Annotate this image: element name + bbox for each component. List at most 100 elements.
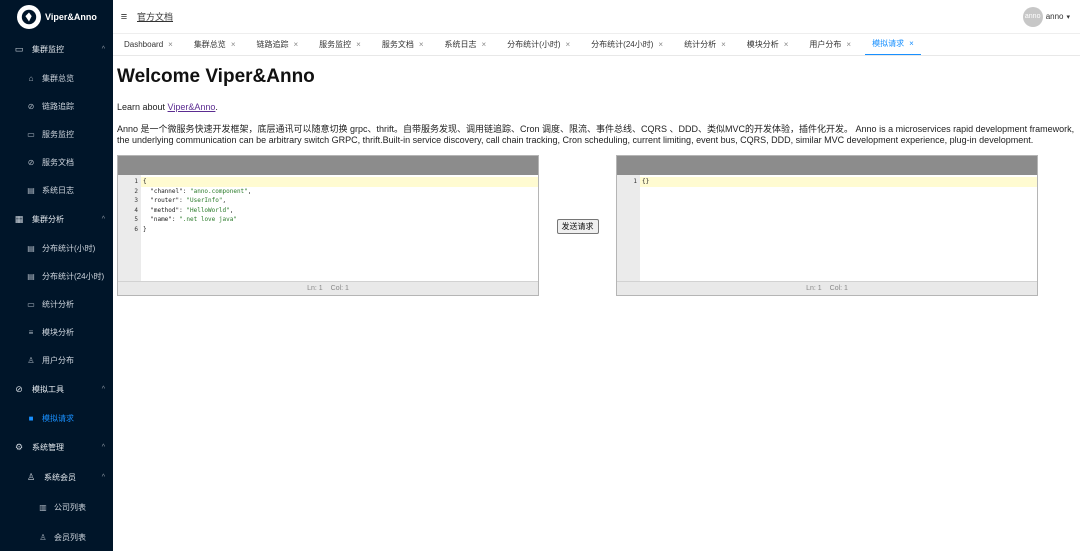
sidebar-item-label: 会员列表 (54, 532, 86, 542)
chevron-up-icon: ^ (101, 443, 105, 451)
tab-label: 用户分布 (809, 39, 842, 49)
tab[interactable]: 模块分析 × (740, 33, 796, 55)
sidebar-item-label: 服务文档 (42, 157, 74, 167)
user-menu[interactable]: anno anno ▾ (1022, 6, 1070, 27)
chart-icon: ▤ (27, 271, 35, 281)
close-icon[interactable]: × (846, 40, 851, 49)
line-number: 4 (134, 206, 138, 214)
tab-label: 集群总览 (193, 39, 226, 49)
learn-link[interactable]: Viper&Anno (168, 102, 216, 112)
tab[interactable]: 统计分析 × (677, 33, 733, 55)
sidebar-item[interactable]: ♙ 用户分布 (0, 346, 113, 374)
chevron-up-icon: ^ (101, 215, 105, 223)
menu-group[interactable]: ▭ 集群监控 ^ (0, 34, 113, 64)
logo-icon (17, 5, 41, 29)
tab-label: 模块分析 (746, 39, 779, 49)
stats-icon: ▭ (27, 299, 35, 309)
tab[interactable]: 系统日志 × (438, 33, 494, 55)
status-line: Ln: 1 (307, 285, 323, 292)
close-icon[interactable]: × (231, 40, 236, 49)
sidebar-menu: ▭ 集群监控 ^ ⌂ 集群总览 ⊘ 链路追踪 ▭ 服务监控 ⊘ 服务文档 ▤ 系统日志 ▦ 集群分析 ^ ▤ 分布… (0, 34, 113, 551)
avatar[interactable]: anno (1022, 6, 1043, 27)
status-col: Col: 1 (330, 285, 349, 292)
menu-group[interactable]: ♙ 系统会员 ^ (0, 462, 113, 492)
sidebar-item-label: 模块分析 (42, 327, 74, 337)
sidebar-item[interactable]: ≡ 模块分析 (0, 318, 113, 346)
line-number: 3 (134, 197, 138, 204)
user-icon: ♙ (27, 355, 35, 365)
code-area[interactable]: { "channel": "anno.component", "router":… (141, 175, 538, 281)
desktop-icon: ▭ (14, 43, 24, 54)
sidebar-item-label: 分布统计(24小时) (42, 271, 105, 281)
sidebar-sub-item[interactable]: ▥ 公司列表 (0, 492, 113, 522)
tab[interactable]: 服务文档 × (375, 33, 431, 55)
sidebar-item[interactable]: ⊘ 服务文档 (0, 148, 113, 176)
sidebar-item[interactable]: ▭ 服务监控 (0, 120, 113, 148)
send-area: 发送请求 (539, 155, 616, 234)
close-icon[interactable]: × (482, 40, 487, 49)
sidebar-item[interactable]: ⊘ 链路追踪 (0, 92, 113, 120)
analysis-icon: ▦ (14, 213, 24, 224)
close-icon[interactable]: × (721, 40, 726, 49)
tab[interactable]: 链路追踪 × (249, 33, 305, 55)
learn-prefix: Learn about (117, 102, 168, 112)
logo[interactable]: Viper&Anno (0, 0, 113, 34)
sidebar-item-label: 链路追踪 (42, 101, 74, 111)
code-line: "name": ".net love java" (150, 216, 237, 223)
sidebar-item-label: 用户分布 (42, 355, 74, 365)
tab[interactable]: 服务监控 × (312, 33, 368, 55)
menu-toggle-icon[interactable]: ≡ (113, 11, 135, 23)
tab[interactable]: 用户分布 × (802, 33, 858, 55)
request-editor[interactable]: 1 2 3 4 5 6 { "channel": "anno.component", "r… (117, 155, 539, 296)
logo-text: Viper&Anno (45, 12, 97, 22)
json-string: "HelloWorld" (186, 206, 230, 214)
tab[interactable]: 分布统计(小时) × (500, 33, 577, 55)
editor-body[interactable]: 1 {} (617, 175, 1037, 281)
sidebar-item[interactable]: ▤ 分布统计(小时) (0, 234, 113, 262)
response-editor[interactable]: 1 {} Ln: 1 Col: 1 (616, 155, 1038, 296)
editor-body[interactable]: 1 2 3 4 5 6 { "channel": "anno.component", "r… (118, 175, 538, 281)
tab-label: 系统日志 (444, 39, 477, 49)
main: ≡ 官方文档 anno anno ▾ Dashboard × 集群总览 × 链路追踪 × 服… (113, 0, 1080, 551)
tab[interactable]: 模拟请求 × (865, 33, 921, 55)
menu-group[interactable]: ⚙ 系统管理 ^ (0, 432, 113, 462)
line-number: 6 (134, 225, 138, 233)
sidebar-item[interactable]: ■ 模拟请求 (0, 404, 113, 432)
sidebar-item[interactable]: ▤ 系统日志 (0, 176, 113, 204)
menu-group-label: 集群监控 (32, 44, 64, 54)
sidebar: Viper&Anno ▭ 集群监控 ^ ⌂ 集群总览 ⊘ 链路追踪 ▭ 服务监控 ⊘ 服务文档 ▤ 系统… (0, 0, 113, 551)
code-area[interactable]: {} (640, 175, 1037, 281)
close-icon[interactable]: × (293, 40, 298, 49)
sidebar-item[interactable]: ▭ 统计分析 (0, 290, 113, 318)
editors: 1 2 3 4 5 6 { "channel": "anno.component", "r… (117, 155, 1076, 296)
user-name[interactable]: anno (1046, 12, 1064, 21)
send-request-button[interactable]: 发送请求 (556, 219, 599, 234)
tab[interactable]: 集群总览 × (187, 33, 243, 55)
json-key: "router" (150, 197, 180, 204)
close-icon[interactable]: × (909, 39, 914, 48)
close-icon[interactable]: × (658, 40, 663, 49)
sidebar-sub-item[interactable]: ♙ 会员列表 (0, 522, 113, 551)
menu-group[interactable]: ⊘ 模拟工具 ^ (0, 374, 113, 404)
code-line: } (143, 225, 147, 233)
close-icon[interactable]: × (356, 40, 361, 49)
caret-down-icon[interactable]: ▾ (1066, 13, 1070, 21)
sidebar-item-label: 集群总览 (42, 73, 74, 83)
close-icon[interactable]: × (168, 40, 173, 49)
tab[interactable]: 分布统计(24小时) × (584, 33, 670, 55)
sidebar-item[interactable]: ⌂ 集群总览 (0, 64, 113, 92)
close-icon[interactable]: × (784, 40, 789, 49)
sidebar-item[interactable]: ▤ 分布统计(24小时) (0, 262, 113, 290)
learn-line: Learn about Viper&Anno. (117, 102, 1076, 112)
json-key: "name" (150, 216, 172, 223)
docs-link[interactable]: 官方文档 (137, 10, 173, 23)
menu-group[interactable]: ▦ 集群分析 ^ (0, 204, 113, 234)
request-icon: ■ (28, 413, 34, 423)
monitor-icon: ▭ (27, 129, 35, 139)
line-gutter: 1 2 3 4 5 6 (118, 175, 141, 281)
close-icon[interactable]: × (419, 40, 424, 49)
gear-icon: ⚙ (14, 441, 24, 452)
chevron-up-icon: ^ (101, 473, 105, 481)
tab[interactable]: Dashboard × (117, 33, 180, 55)
close-icon[interactable]: × (566, 40, 571, 49)
